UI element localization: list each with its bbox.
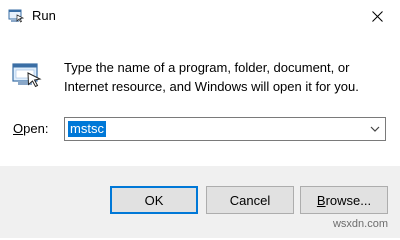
run-icon (12, 63, 42, 88)
title-bar: Run (0, 0, 400, 32)
close-icon (371, 10, 383, 22)
open-label-accesskey: O (13, 121, 24, 136)
open-input[interactable]: mstsc (68, 121, 106, 137)
watermark: wsxdn.com (332, 218, 388, 230)
browse-button[interactable]: Browse... (300, 186, 388, 214)
description-text: Type the name of a program, folder, docu… (64, 60, 359, 94)
run-icon (8, 9, 24, 23)
chevron-down-icon[interactable] (370, 125, 380, 133)
run-dialog: Run Type the name of a program, folder, … (0, 0, 400, 238)
open-label: Open: (13, 121, 48, 137)
browse-label-suffix: rowse... (325, 192, 372, 208)
browse-label-accesskey: B (316, 192, 326, 208)
ok-button[interactable]: OK (110, 186, 198, 214)
open-combobox[interactable]: mstsc (64, 117, 386, 141)
open-label-suffix: pen: (23, 121, 49, 136)
cancel-button[interactable]: Cancel (206, 186, 294, 214)
window-title: Run (32, 8, 56, 23)
close-button[interactable] (354, 0, 400, 32)
